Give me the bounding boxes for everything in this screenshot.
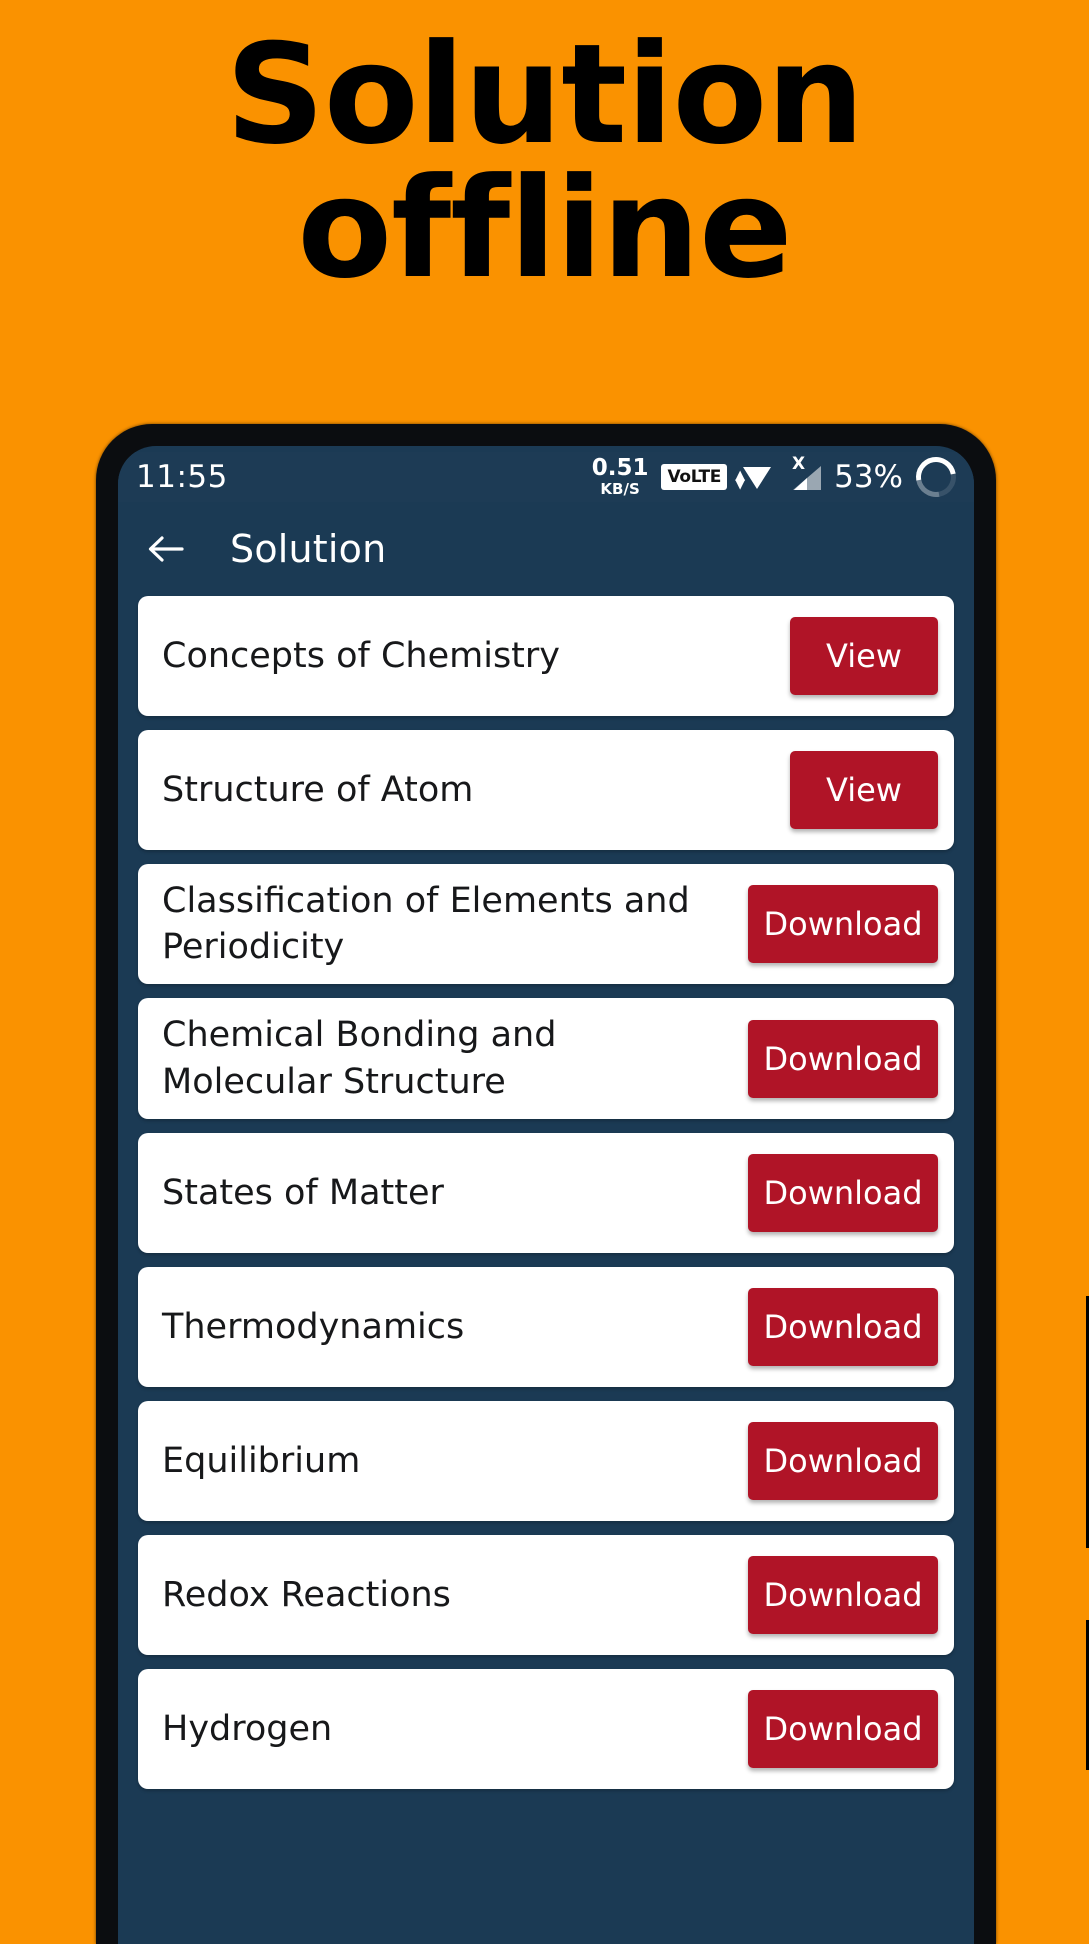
signal-bars-active-icon — [794, 478, 808, 490]
chapter-title: Concepts of Chemistry — [162, 635, 561, 676]
list-item[interactable]: Structure of Atom View — [138, 730, 954, 850]
network-speed-unit: KB/S — [600, 480, 640, 498]
battery-percent-label: 53% — [834, 459, 903, 495]
list-item[interactable]: Equilibrium Download — [138, 1400, 954, 1521]
page-title: Solution — [230, 527, 387, 571]
wifi-icon: ▲ ▼ — [735, 463, 774, 491]
chapter-title: States of Matter — [162, 1172, 444, 1213]
chapter-action-button[interactable]: View — [790, 617, 938, 695]
signal-x-label: X — [791, 454, 806, 474]
list-item[interactable]: Redox Reactions Download — [138, 1534, 954, 1655]
chapter-title: Equilibrium — [162, 1440, 361, 1481]
chapter-action-button[interactable]: Download — [748, 1287, 938, 1366]
status-clock: 11:55 — [136, 459, 228, 495]
wifi-triangle-icon — [743, 467, 772, 489]
network-speed-value: 0.51 — [591, 455, 649, 481]
signal-icon: X — [787, 454, 822, 492]
chapter-action-button[interactable]: Download — [748, 1153, 938, 1232]
chapter-action-button[interactable]: Download — [748, 1421, 938, 1500]
status-icons: 0.51 KB/S VoLTE ▲ ▼ X 53% — [592, 449, 964, 505]
chapter-list[interactable]: Concepts of Chemistry View Structure of … — [118, 596, 974, 1944]
volte-badge: VoLTE — [661, 464, 728, 490]
back-arrow-icon[interactable] — [144, 528, 186, 570]
chapter-action-button[interactable]: Download — [748, 1689, 938, 1768]
chapter-action-button[interactable]: View — [790, 751, 938, 829]
chapter-title: Thermodynamics — [162, 1306, 465, 1347]
list-item[interactable]: Concepts of Chemistry View — [138, 596, 954, 716]
chapter-action-button[interactable]: Download — [748, 1019, 938, 1098]
status-bar: 11:55 0.51 KB/S VoLTE ▲ ▼ X 53% — [118, 449, 974, 505]
chapter-title: Structure of Atom — [162, 769, 474, 810]
chapter-title: Chemical Bonding and Molecular Structure — [162, 1015, 557, 1102]
chapter-action-button[interactable]: Download — [748, 1555, 938, 1634]
chapter-title: Hydrogen — [162, 1708, 333, 1749]
app-bar: Solution — [118, 502, 974, 596]
list-item[interactable]: Thermodynamics Download — [138, 1266, 954, 1387]
phone-screen: 11:55 0.51 KB/S VoLTE ▲ ▼ X 53% Solution… — [118, 446, 974, 1944]
phone-mockup: 11:55 0.51 KB/S VoLTE ▲ ▼ X 53% Solution… — [96, 424, 1089, 1944]
chapter-title: Redox Reactions — [162, 1574, 451, 1615]
network-speed-indicator: 0.51 KB/S — [592, 457, 649, 497]
promo-headline: Solution offline — [225, 14, 864, 309]
list-item[interactable]: Hydrogen Download — [138, 1668, 954, 1789]
list-item[interactable]: Chemical Bonding and Molecular Structure… — [138, 998, 954, 1119]
chapter-action-button[interactable]: Download — [748, 885, 938, 964]
list-item[interactable]: States of Matter Download — [138, 1132, 954, 1253]
list-item[interactable]: Classification of Elements and Periodici… — [138, 864, 954, 985]
battery-ring-icon — [908, 449, 964, 505]
chapter-title: Classification of Elements and Periodici… — [162, 881, 690, 968]
